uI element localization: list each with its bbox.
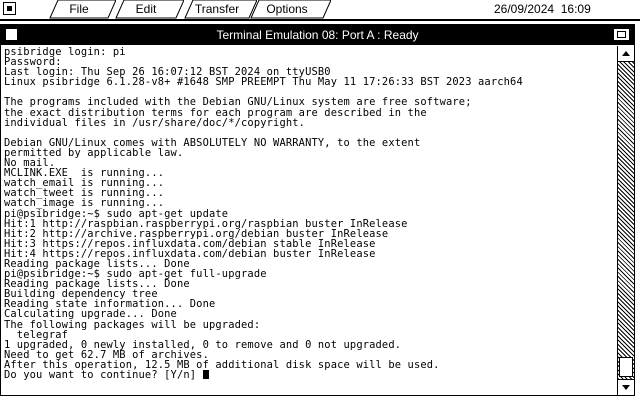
terminal-line: watch_image is running... [4,197,165,210]
maximize-icon[interactable] [613,28,630,41]
scroll-thumb[interactable] [619,357,633,377]
terminal-screen[interactable]: psibridge login: pi Password: Last login: … [4,47,614,394]
window-title: Terminal Emulation 08: Port A : Ready [216,28,419,42]
menu-file[interactable]: File [42,0,116,19]
text-cursor [202,370,209,379]
clock-date: 26/09/2024 [494,2,555,16]
terminal-line: The following packages will be upgraded: [4,318,261,331]
terminal-window: Terminal Emulation 08: Port A : Ready ps… [0,24,635,396]
menu-options-label: Options [266,2,308,16]
menu-edit-label: Edit [135,2,157,16]
vertical-scrollbar[interactable] [617,46,634,395]
scroll-down-arrow-icon[interactable] [618,379,634,395]
window-titlebar[interactable]: Terminal Emulation 08: Port A : Ready [1,25,634,45]
scroll-track[interactable] [618,62,634,379]
menu-edit[interactable]: Edit [108,0,184,19]
system-menu-icon[interactable] [3,2,16,15]
clock-time: 16:09 [560,2,591,16]
terminal-line: individual files in /usr/share/doc/*/cop… [4,116,306,129]
terminal-line: Do you want to continue? [Y/n] [4,370,614,380]
terminal-line: Linux psibridge 6.1.28-v8+ #1648 SMP PRE… [4,76,523,89]
terminal-line: psibridge login: pi [4,47,126,58]
menu-options[interactable]: Options [243,0,331,19]
terminal-line: permitted by applicable law. [4,146,184,159]
scroll-up-arrow-icon[interactable] [618,46,634,62]
menu-bar: File Edit Transfer Options 26/09/2024 16… [0,0,640,21]
menu-file-label: File [69,2,89,16]
clock: 26/09/2024 16:09 [494,2,591,16]
